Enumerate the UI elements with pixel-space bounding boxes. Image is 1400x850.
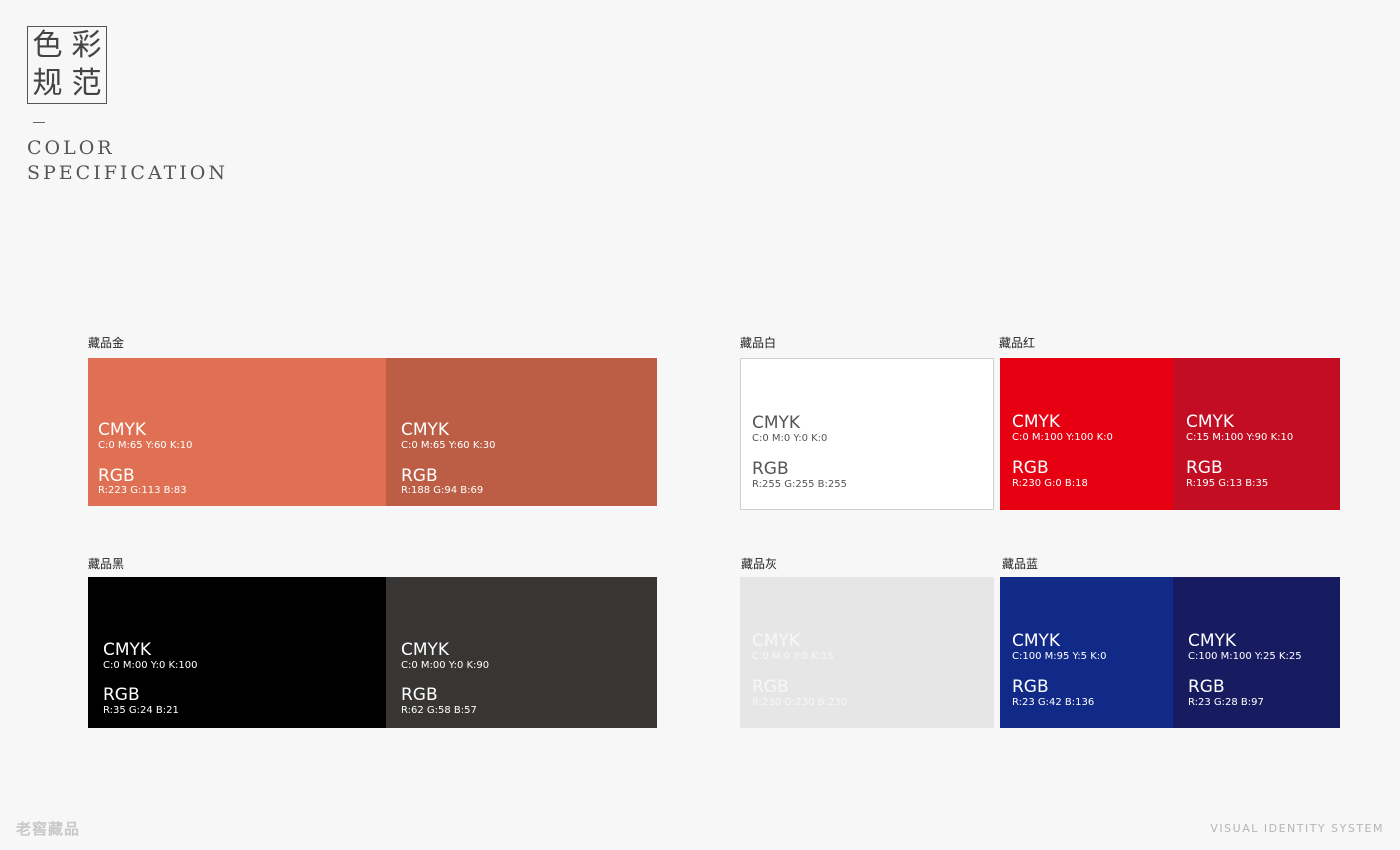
rgb-title: RGB	[1012, 677, 1049, 697]
rgb-title: RGB	[752, 677, 789, 697]
color-swatch: CMYK C:0 M:100 Y:100 K:0 RGB R:230 G:0 B…	[1000, 358, 1173, 510]
rgb-title: RGB	[98, 466, 135, 486]
brand-logo: 老窖藏品	[16, 820, 81, 838]
cmyk-values: C:0 M:0 Y:0 K:0	[752, 433, 828, 444]
rgb-values: R:23 G:42 B:136	[1012, 697, 1095, 708]
color-swatch: CMYK C:0 M:65 Y:60 K:30 RGB R:188 G:94 B…	[386, 358, 657, 506]
title-divider	[33, 122, 45, 123]
title-en-line: SPECIFICATION	[27, 162, 229, 184]
rgb-title: RGB	[401, 466, 438, 486]
rgb-title: RGB	[103, 685, 140, 705]
group-label-red: 藏品红	[999, 336, 1036, 350]
group-label-black: 藏品黑	[88, 557, 125, 571]
rgb-values: R:195 G:13 B:35	[1186, 478, 1269, 489]
color-swatch: CMYK C:0 M:0 Y:0 K:0 RGB R:255 G:255 B:2…	[740, 358, 994, 510]
rgb-values: R:35 G:24 B:21	[103, 705, 179, 716]
color-swatch: CMYK C:100 M:95 Y:5 K:0 RGB R:23 G:42 B:…	[1000, 577, 1173, 728]
cmyk-values: C:0 M:0 Y:0 K:15	[752, 651, 834, 662]
cmyk-values: C:0 M:00 Y:0 K:90	[401, 660, 490, 671]
color-group-blue: CMYK C:100 M:95 Y:5 K:0 RGB R:23 G:42 B:…	[1000, 577, 1340, 728]
footer-system-label: VISUAL IDENTITY SYSTEM	[1210, 822, 1384, 835]
rgb-title: RGB	[401, 685, 438, 705]
rgb-values: R:230 G:230 B:230	[752, 697, 847, 708]
title-char: 彩	[71, 28, 102, 63]
title-char: 范	[71, 66, 102, 101]
title-en-line: COLOR	[27, 137, 115, 159]
rgb-values: R:230 G:0 B:18	[1012, 478, 1088, 489]
cmyk-values: C:0 M:00 Y:0 K:100	[103, 660, 198, 671]
color-swatch: CMYK C:0 M:00 Y:0 K:100 RGB R:35 G:24 B:…	[88, 577, 386, 728]
color-swatch: CMYK C:0 M:65 Y:60 K:10 RGB R:223 G:113 …	[88, 358, 386, 506]
color-group-black: CMYK C:0 M:00 Y:0 K:100 RGB R:35 G:24 B:…	[88, 577, 657, 728]
page-title-en: COLOR SPECIFICATION	[27, 136, 228, 186]
page-title-cn: 色 彩 规 范	[27, 26, 107, 104]
group-label-gold: 藏品金	[88, 336, 125, 350]
cmyk-title: CMYK	[1186, 412, 1235, 432]
color-group-gray: CMYK C:0 M:0 Y:0 K:15 RGB R:230 G:230 B:…	[740, 577, 994, 728]
color-swatch: CMYK C:100 M:100 Y:25 K:25 RGB R:23 G:28…	[1173, 577, 1340, 728]
title-char: 色	[32, 28, 63, 63]
color-group-red: CMYK C:0 M:100 Y:100 K:0 RGB R:230 G:0 B…	[1000, 358, 1340, 510]
cmyk-title: CMYK	[103, 640, 152, 660]
rgb-values: R:255 G:255 B:255	[752, 479, 847, 490]
cmyk-title: CMYK	[752, 631, 801, 651]
cmyk-title: CMYK	[752, 413, 801, 433]
cmyk-values: C:100 M:95 Y:5 K:0	[1012, 651, 1107, 662]
cmyk-values: C:100 M:100 Y:25 K:25	[1188, 651, 1302, 662]
rgb-values: R:23 G:28 B:97	[1188, 697, 1264, 708]
color-swatch: CMYK C:0 M:00 Y:0 K:90 RGB R:62 G:58 B:5…	[386, 577, 657, 728]
group-label-blue: 藏品蓝	[1002, 557, 1039, 571]
rgb-title: RGB	[1012, 458, 1049, 478]
color-swatch: CMYK C:15 M:100 Y:90 K:10 RGB R:195 G:13…	[1173, 358, 1340, 510]
cmyk-title: CMYK	[1012, 412, 1061, 432]
title-char: 规	[32, 66, 63, 101]
rgb-values: R:62 G:58 B:57	[401, 705, 477, 716]
color-group-white: CMYK C:0 M:0 Y:0 K:0 RGB R:255 G:255 B:2…	[740, 358, 994, 510]
group-label-gray: 藏品灰	[741, 557, 778, 571]
cmyk-title: CMYK	[98, 420, 147, 440]
cmyk-title: CMYK	[1012, 631, 1061, 651]
cmyk-values: C:15 M:100 Y:90 K:10	[1186, 432, 1294, 443]
color-group-gold: CMYK C:0 M:65 Y:60 K:10 RGB R:223 G:113 …	[88, 358, 657, 506]
rgb-title: RGB	[1186, 458, 1223, 478]
group-label-white: 藏品白	[740, 336, 777, 350]
cmyk-values: C:0 M:65 Y:60 K:10	[98, 440, 193, 451]
rgb-values: R:223 G:113 B:83	[98, 485, 187, 496]
rgb-title: RGB	[1188, 677, 1225, 697]
rgb-title: RGB	[752, 459, 789, 479]
cmyk-values: C:0 M:65 Y:60 K:30	[401, 440, 496, 451]
cmyk-title: CMYK	[401, 420, 450, 440]
cmyk-title: CMYK	[1188, 631, 1237, 651]
cmyk-title: CMYK	[401, 640, 450, 660]
rgb-values: R:188 G:94 B:69	[401, 485, 484, 496]
color-swatch: CMYK C:0 M:0 Y:0 K:15 RGB R:230 G:230 B:…	[740, 577, 994, 728]
cmyk-values: C:0 M:100 Y:100 K:0	[1012, 432, 1113, 443]
